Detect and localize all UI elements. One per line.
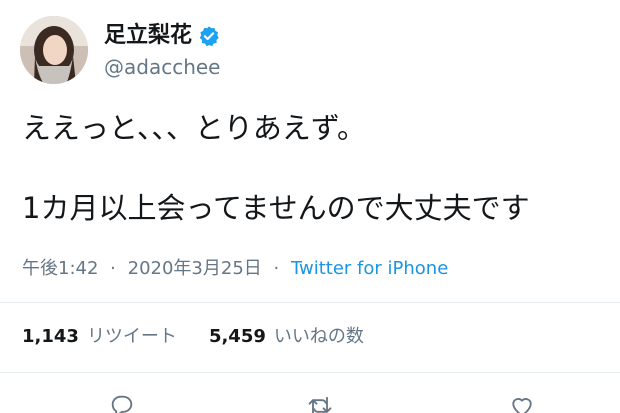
- retweets-count: 1,143: [22, 326, 79, 347]
- tweet-meta: 午後1:42 · 2020年3月25日 · Twitter for iPhone: [22, 256, 448, 282]
- retweets-stat[interactable]: 1,143 リツイート: [22, 324, 177, 350]
- likes-stat[interactable]: 5,459 いいねの数: [209, 324, 364, 350]
- meta-separator: ·: [273, 258, 280, 279]
- tweet-text-line-1: ええっと、、、とりあえず。: [22, 111, 366, 145]
- display-name[interactable]: 足立梨花: [104, 22, 192, 50]
- avatar-photo: [20, 16, 88, 84]
- meta-separator: ·: [110, 258, 116, 279]
- tweet-text: ええっと、、、とりあえず。 1カ月以上会ってませんので大丈夫です: [22, 108, 602, 228]
- divider: [0, 302, 620, 303]
- tweet-stats: 1,143 リツイート 5,459 いいねの数: [22, 324, 396, 350]
- divider: [0, 372, 620, 373]
- verified-badge-icon: [198, 25, 220, 47]
- user-header: 足立梨花 @adacchee: [104, 22, 220, 80]
- likes-label: いいねの数: [273, 326, 364, 347]
- tweet-source-link[interactable]: Twitter for iPhone: [291, 258, 448, 279]
- tweet-date[interactable]: 2020年3月25日: [128, 258, 262, 279]
- tweet-time[interactable]: 午後1:42: [22, 258, 98, 279]
- user-handle[interactable]: @adacchee: [104, 54, 220, 80]
- tweet-card: 足立梨花 @adacchee ええっと、、、とりあえず。 1カ月以上会ってません…: [0, 0, 620, 413]
- heart-icon[interactable]: [508, 392, 536, 413]
- retweet-icon[interactable]: [306, 392, 334, 413]
- tweet-text-line-2: 1カ月以上会ってませんので大丈夫です: [22, 191, 530, 225]
- retweets-label: リツイート: [86, 326, 177, 347]
- likes-count: 5,459: [208, 326, 266, 347]
- reply-icon[interactable]: [108, 392, 136, 413]
- avatar[interactable]: [20, 16, 88, 84]
- tweet-actions: [0, 386, 620, 413]
- display-name-row: 足立梨花: [104, 22, 220, 50]
